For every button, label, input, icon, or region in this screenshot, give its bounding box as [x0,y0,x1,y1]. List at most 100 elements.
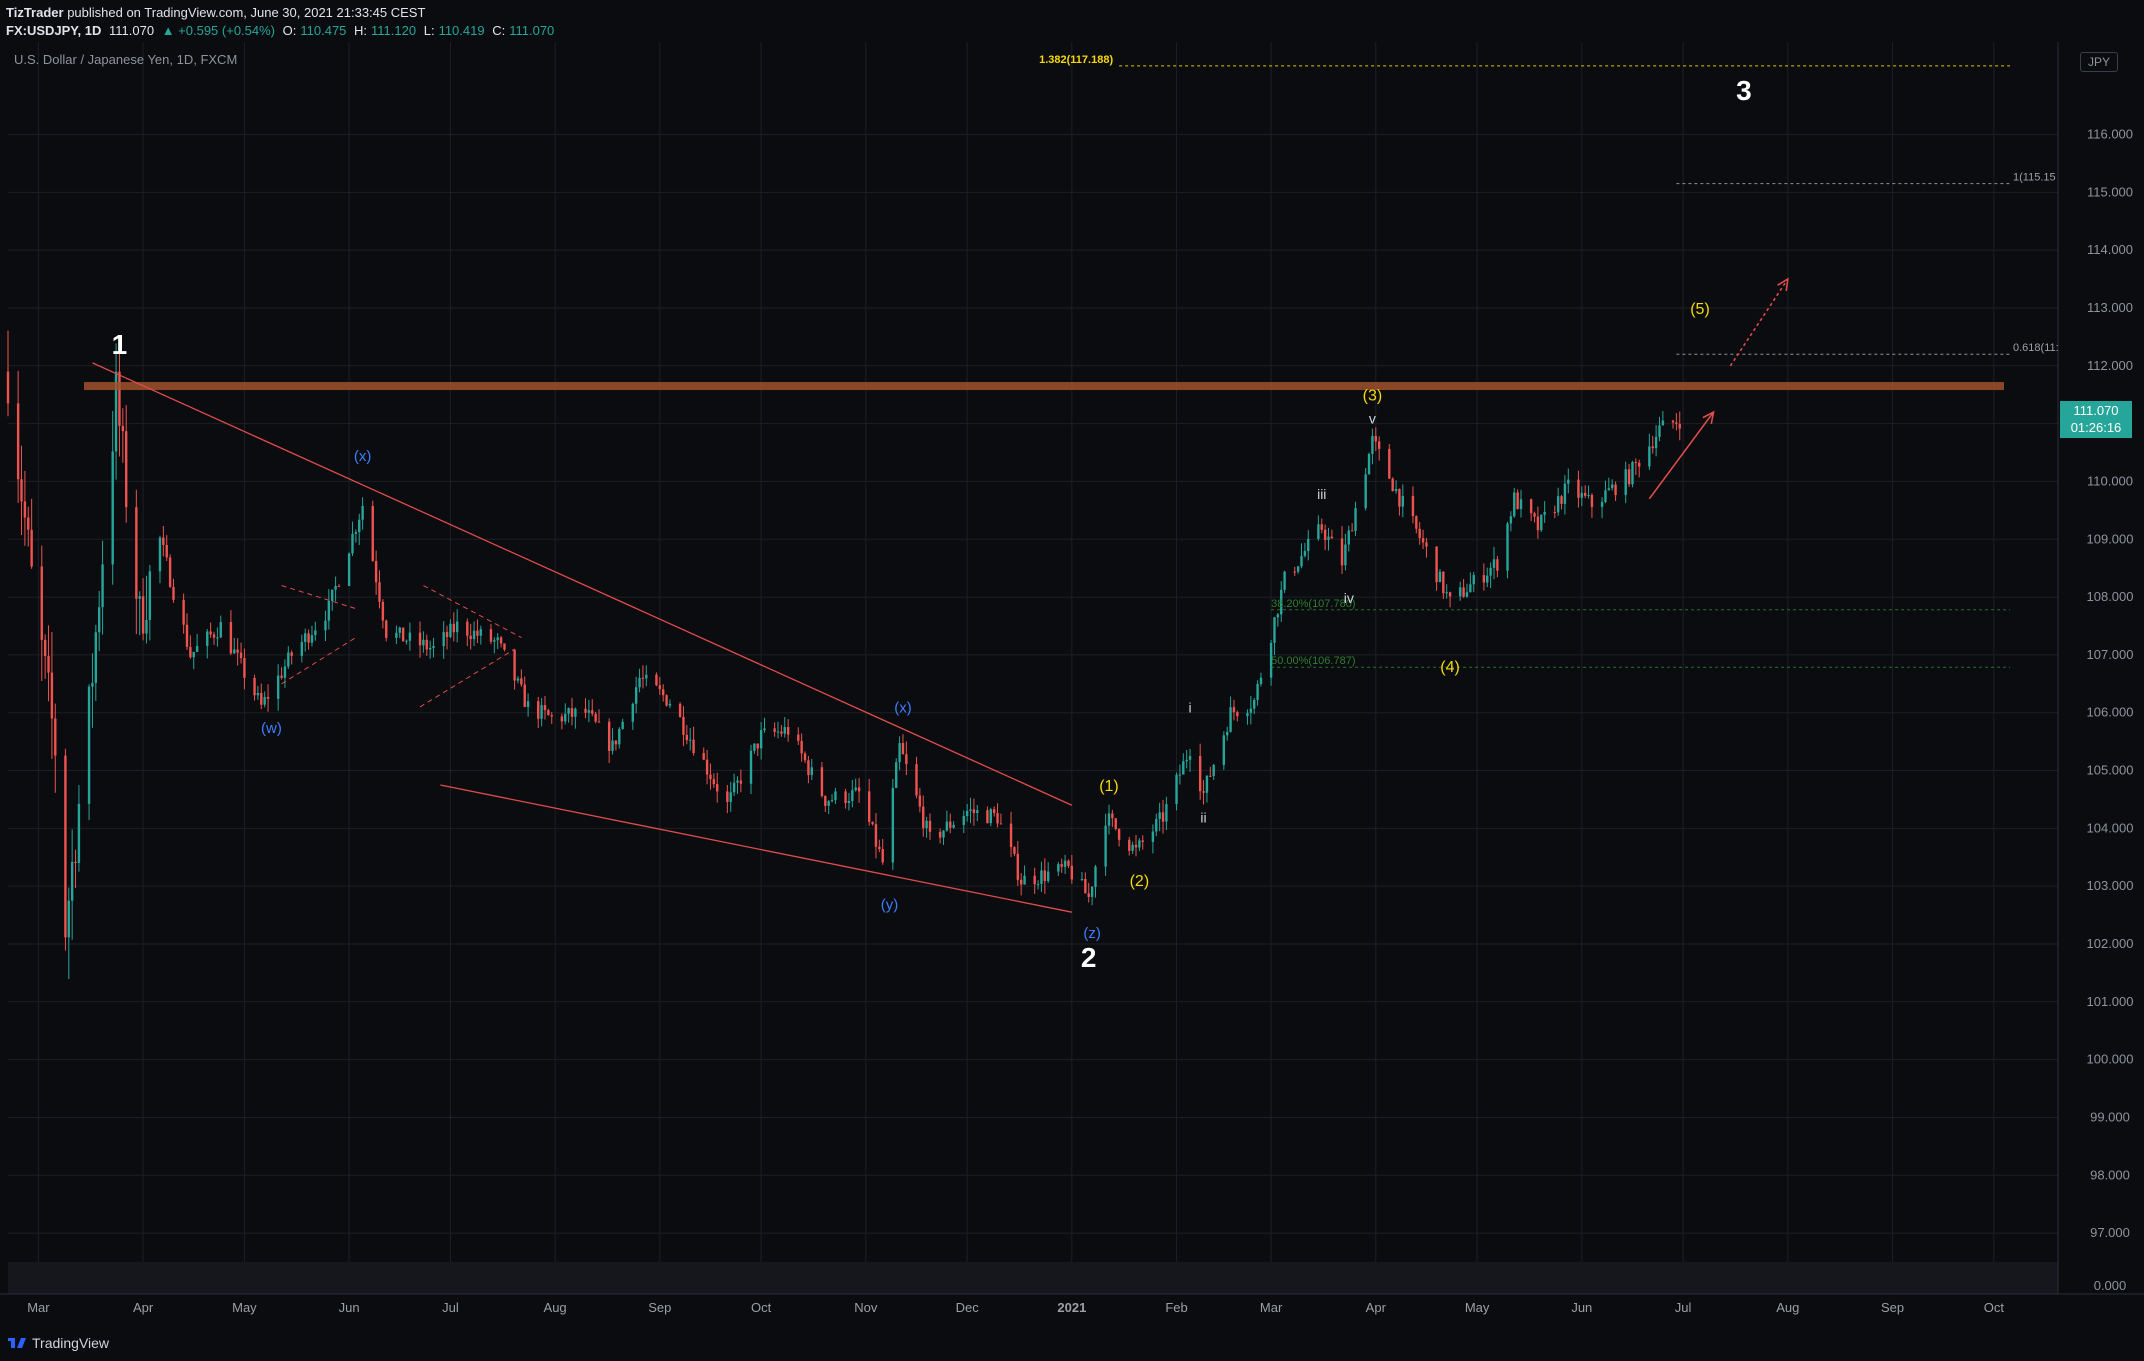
resistance-zone [84,382,2004,391]
footer-brand[interactable]: TradingView [32,1335,109,1351]
candle-body [949,821,952,828]
candle-body [918,795,922,807]
wave-label: iii [1317,486,1326,502]
wave-label: (x) [354,448,372,465]
candle-body [303,633,307,642]
candle-body [1104,825,1107,867]
candle-body [324,620,327,631]
candle-body [1536,516,1540,531]
currency-badge[interactable]: JPY [2080,52,2118,72]
candle-body [1016,853,1020,880]
candle-body [94,632,98,683]
candle-body [1229,707,1232,732]
x-tick-label: Jun [339,1300,360,1315]
candle-body [287,652,290,667]
candle-body [1486,575,1489,583]
footer: TradingView [0,1326,2144,1361]
candle-body [1090,886,1094,897]
y-tick-label: 115.000 [2087,184,2133,199]
candle-body [1442,571,1445,594]
candle-body [712,779,716,785]
candle-body [1533,513,1536,517]
y-tick-label: 102.000 [2087,936,2134,951]
x-tick-label: Jul [1675,1300,1692,1315]
candle-body [182,599,185,625]
candle-body [999,823,1003,825]
candle-body [40,566,43,640]
candle-body [408,632,412,641]
candle-body [1151,831,1155,842]
candle-body [1236,712,1239,717]
candle-body [996,813,999,824]
candle-body [290,652,293,656]
candle-body [520,678,523,685]
candle-body [874,824,878,847]
candle-body [347,553,351,586]
candle-body [1425,542,1428,547]
wave-label: (5) [1690,301,1710,318]
candle-body [537,701,540,719]
candle-body [1225,731,1229,736]
candle-body [1046,871,1050,881]
wave-label: iv [1344,590,1354,606]
x-tick-label: Oct [751,1300,772,1315]
candle-body [621,721,624,729]
candle-body [354,532,358,534]
candle-body [398,627,401,633]
candle-body [1651,446,1654,449]
price-chart[interactable]: 97.000 98.000 99.000 100.000 101.000 102.000 1… [0,0,2144,1326]
candle-body [685,734,689,741]
candle-body [709,774,712,780]
x-tick-label: May [232,1300,257,1315]
candle-body [1388,448,1391,479]
candle-body [641,677,645,679]
candle-body [1580,492,1584,498]
candle-body [1513,492,1516,517]
candle-body [1509,516,1513,524]
y-tick-label: 107.000 [2087,647,2134,662]
candle-body [1590,495,1594,507]
candle-body [1232,707,1236,713]
candle-body [1209,775,1212,777]
candle-body [310,635,314,643]
candle-body [1300,555,1303,567]
candle-body [543,705,547,711]
candle-body [1094,866,1097,887]
candle-body [503,643,506,650]
candle-body [928,820,932,832]
candle-body [611,740,614,751]
candle-body [834,791,837,801]
y-tick-label: 100.000 [2087,1052,2134,1067]
x-tick-label: Aug [544,1300,567,1315]
candle-body [1462,587,1465,597]
x-tick-label: Feb [1165,1300,1187,1315]
candle-body [381,601,385,621]
candle-body [705,759,709,775]
candle-body [1671,420,1675,423]
candle-body [564,713,567,722]
candle-body [138,596,141,599]
candle-body [1398,488,1401,507]
candle-body [30,529,33,567]
x-tick-label: Sep [1881,1300,1904,1315]
candle-body [331,589,334,601]
candle-body [1553,512,1556,514]
candle-body [1283,571,1286,590]
candle-body [807,760,810,775]
candle-body [820,767,824,796]
wave-label: i [1188,700,1191,716]
candle-body [824,795,827,806]
candle-body [192,651,195,658]
candle-body [1614,484,1617,496]
candle-body [844,791,847,803]
candle-body [168,557,172,587]
candle-body [526,701,530,707]
candle-body [1506,523,1509,571]
candle-body [263,696,266,705]
candle-body [591,710,594,714]
candle-body [570,708,574,717]
candle-body [827,801,830,806]
candle-body [141,596,145,634]
candle-body [1556,496,1560,513]
candle-body [726,791,729,802]
